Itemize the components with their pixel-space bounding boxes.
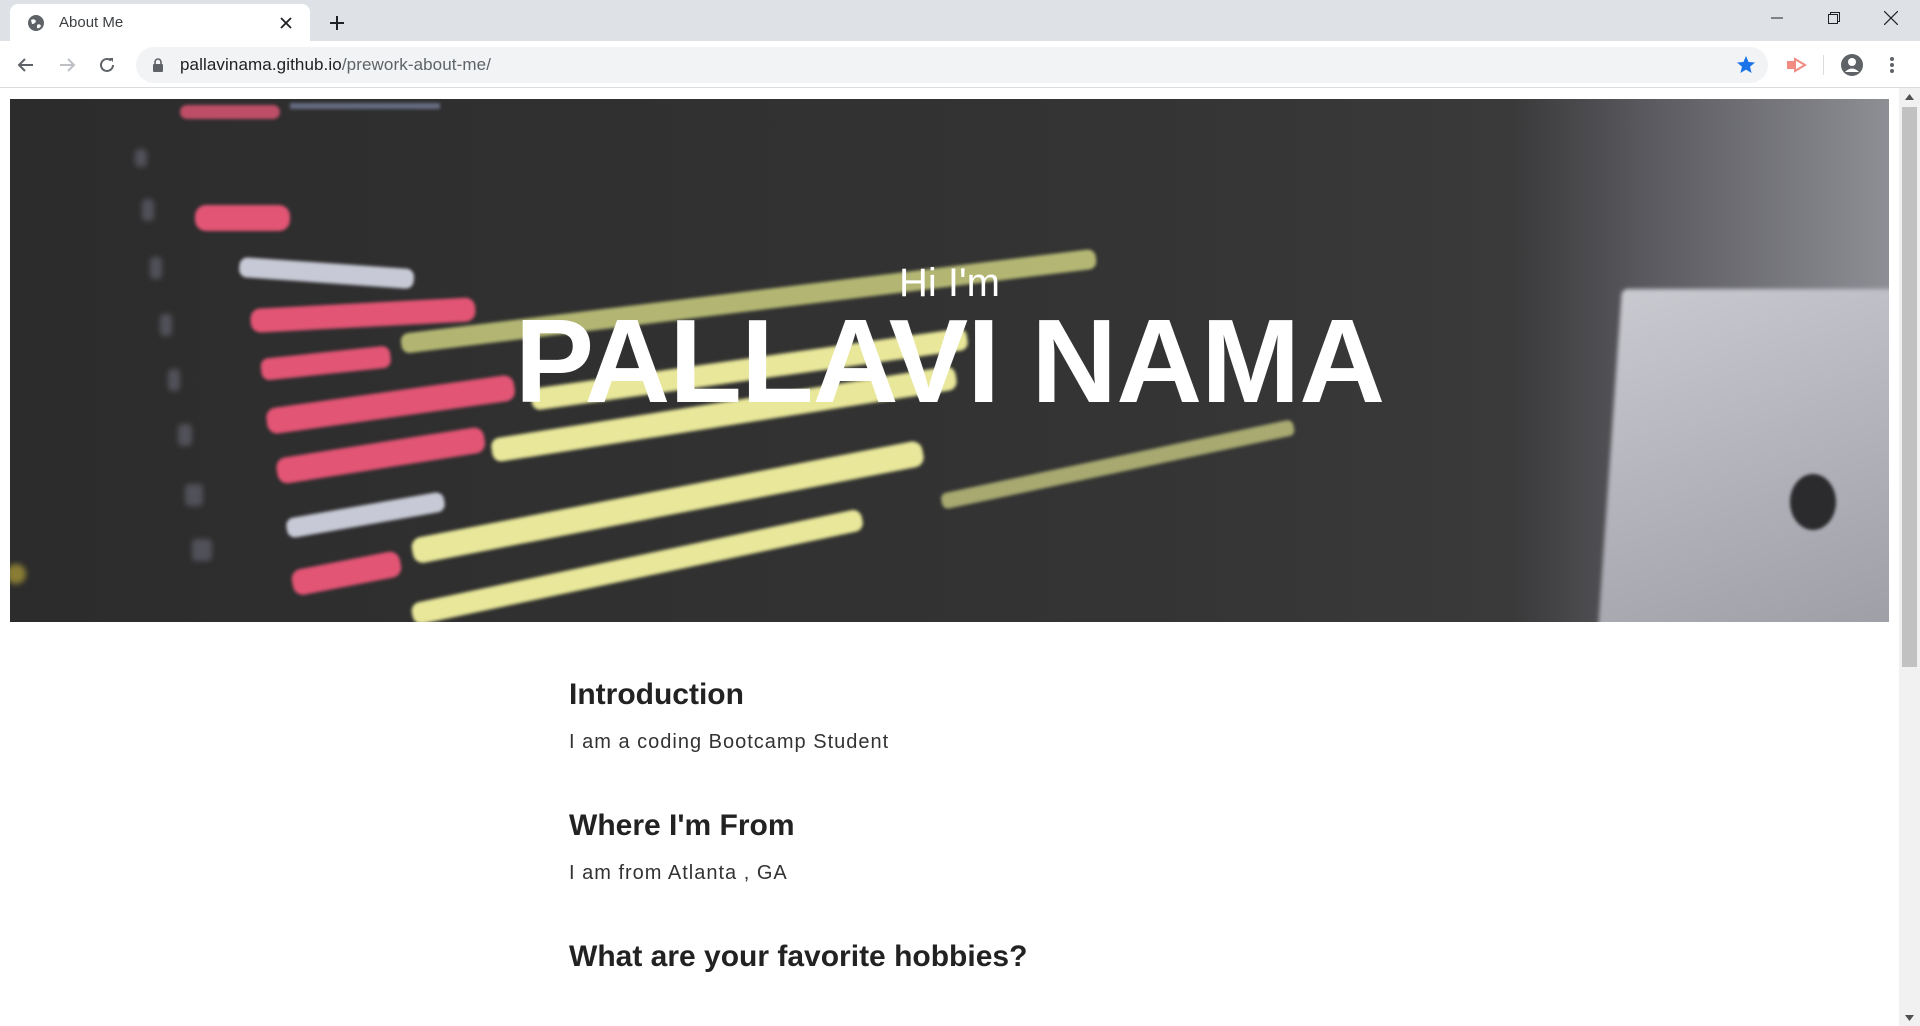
vertical-scrollbar[interactable]: [1899, 88, 1920, 1026]
scroll-down-button[interactable]: [1899, 1009, 1920, 1026]
arrow-left-icon: [17, 58, 33, 72]
extension-icon[interactable]: [1780, 49, 1812, 81]
hero-name: PALLAVI NAMA: [514, 295, 1385, 428]
restore-button[interactable]: [1805, 0, 1863, 36]
reload-icon: [100, 57, 114, 72]
scrollbar-thumb[interactable]: [1902, 107, 1917, 667]
section-text: I am from Atlanta , GA: [569, 862, 788, 884]
close-icon: [1884, 11, 1898, 25]
about-content: Introduction I am a coding Bootcamp Stud…: [569, 678, 1469, 974]
scroll-up-button[interactable]: [1899, 88, 1920, 105]
tab-title: About Me: [59, 14, 124, 31]
globe-icon: [26, 13, 46, 33]
minimize-icon: [1771, 17, 1783, 19]
account-icon[interactable]: [1836, 49, 1868, 81]
new-tab-button[interactable]: [322, 8, 352, 38]
toolbar-separator: [1823, 55, 1824, 75]
close-icon[interactable]: [274, 11, 298, 35]
close-window-button[interactable]: [1862, 0, 1920, 36]
section-heading: Where I'm From: [569, 809, 795, 842]
lock-icon[interactable]: [150, 57, 166, 73]
plus-icon: [330, 16, 344, 30]
section-heading: Introduction: [569, 678, 744, 711]
star-icon[interactable]: [1734, 53, 1758, 77]
tab-strip: About Me: [0, 0, 1920, 41]
forward-button[interactable]: [51, 49, 83, 81]
hero-banner: Hi I'm PALLAVI NAMA: [10, 99, 1889, 622]
url-path: /prework-about-me/: [341, 55, 492, 74]
address-bar[interactable]: pallavinama.github.io/prework-about-me/: [136, 47, 1768, 83]
minimize-button[interactable]: [1748, 0, 1806, 36]
reload-button[interactable]: [91, 49, 123, 81]
section-where-from: Where I'm From I am from Atlanta , GA: [569, 809, 1469, 885]
section-heading: What are your favorite hobbies?: [569, 940, 1028, 973]
section-hobbies: What are your favorite hobbies?: [569, 940, 1469, 974]
url-text: pallavinama.github.io/prework-about-me/: [180, 55, 491, 75]
restore-icon: [1828, 12, 1840, 24]
tab-about-me[interactable]: About Me: [10, 4, 310, 41]
caret-up-icon: [1905, 93, 1914, 100]
caret-down-icon: [1905, 1014, 1914, 1021]
url-host: pallavinama.github.io: [180, 55, 342, 74]
section-text: I am a coding Bootcamp Student: [569, 731, 890, 753]
arrow-right-icon: [60, 58, 76, 72]
more-vert-icon[interactable]: [1876, 49, 1908, 81]
page-viewport: Hi I'm PALLAVI NAMA Introduction I am a …: [0, 88, 1920, 1026]
back-button[interactable]: [10, 49, 42, 81]
browser-toolbar: pallavinama.github.io/prework-about-me/: [0, 41, 1920, 88]
section-introduction: Introduction I am a coding Bootcamp Stud…: [569, 678, 1469, 754]
